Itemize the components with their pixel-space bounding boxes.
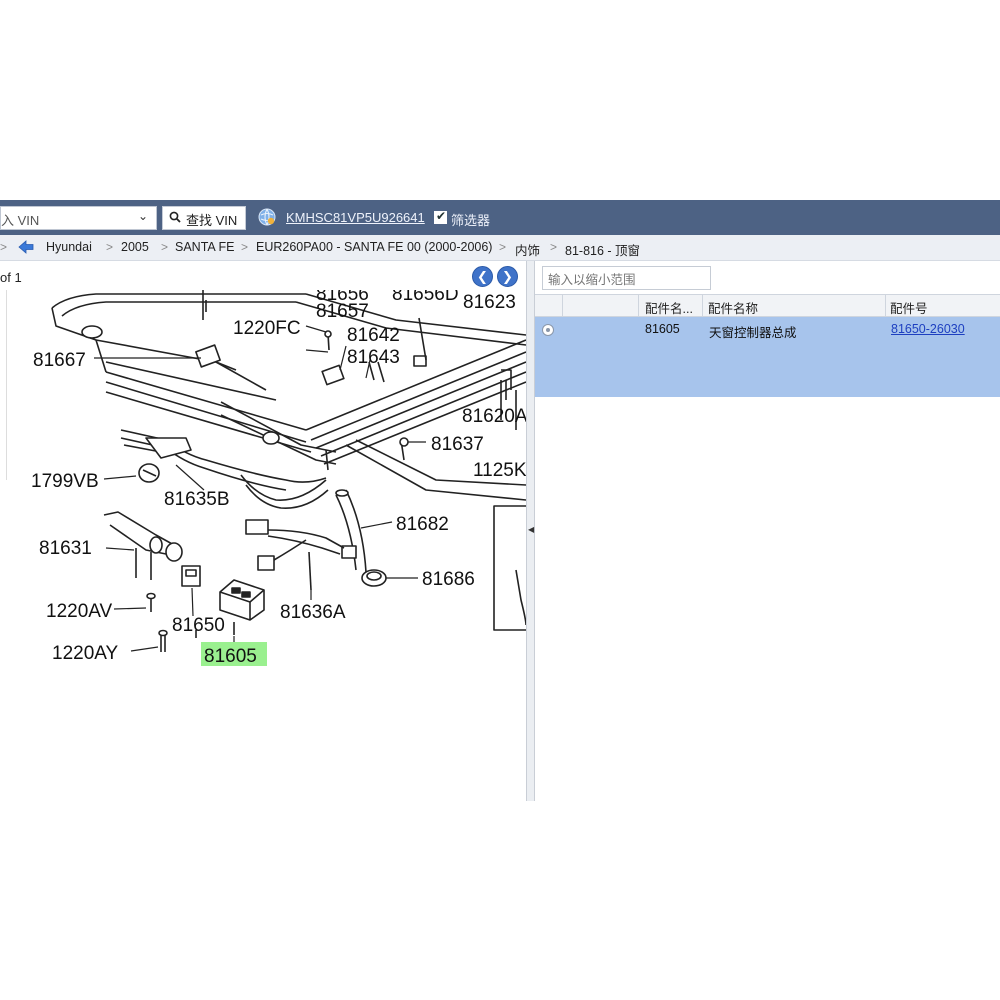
search-icon (169, 211, 181, 226)
filter-label[interactable]: 筛选器 (451, 210, 490, 229)
diagram-label[interactable]: 1220AY (52, 643, 119, 664)
diagram-label[interactable]: 1799VB (31, 471, 99, 492)
find-vin-button[interactable]: 查找 VIN (162, 206, 246, 230)
separator-icon: > (106, 240, 114, 254)
breadcrumb-item-group[interactable]: 内饰 (515, 240, 540, 259)
diagram-label[interactable]: 81635B (164, 489, 230, 510)
separator-icon: > (161, 240, 169, 254)
collapse-arrow-icon[interactable]: ◀ (528, 525, 534, 534)
diagram-label[interactable]: 81623 (463, 292, 516, 313)
diagram-label[interactable]: 81620A (462, 406, 526, 427)
diagram-label[interactable]: 81637 (431, 434, 484, 455)
breadcrumb-item-make[interactable]: Hyundai (46, 240, 92, 254)
vin-link[interactable]: KMHSC81VP5U926641 (286, 210, 425, 225)
column-header-name[interactable]: 配件名称 (708, 298, 758, 317)
diagram-label[interactable]: 81686 (422, 569, 475, 590)
column-divider[interactable] (562, 295, 563, 316)
previous-page-button[interactable]: ❮ (472, 266, 493, 287)
separator-icon: > (0, 240, 8, 254)
diagram-label[interactable]: 81682 (396, 514, 449, 535)
breadcrumb-item-section[interactable]: 81-816 - 顶窗 (565, 240, 640, 259)
diagram-label[interactable]: 1125K (473, 460, 526, 481)
diagram-label[interactable]: 81657 (316, 301, 369, 322)
row-ref: 81605 (645, 322, 680, 336)
narrow-search-input[interactable] (542, 266, 711, 290)
next-page-button[interactable]: ❯ (497, 266, 518, 287)
separator-icon: > (499, 240, 507, 254)
row-info-icon[interactable] (542, 324, 554, 336)
column-divider[interactable] (702, 295, 703, 316)
column-divider[interactable] (885, 295, 886, 316)
filter-checkbox[interactable]: ✔ (434, 209, 447, 224)
separator-icon: > (241, 240, 249, 254)
parts-diagram[interactable]: 81656 81656D 81623 1220FC 81657 81642 81… (6, 290, 526, 800)
check-icon: ✔ (436, 209, 447, 223)
vin-input-dropdown[interactable]: 入 VIN ⌄ (0, 206, 157, 230)
breadcrumb-item-model[interactable]: SANTA FE (175, 240, 235, 254)
separator-icon: > (550, 240, 558, 254)
diagram-label-highlighted[interactable]: 81605 (204, 646, 257, 667)
diagram-label[interactable]: 1220AV (46, 601, 113, 622)
parts-table-header: 配件名... 配件名称 配件号 (535, 294, 1000, 317)
back-arrow-icon[interactable] (18, 239, 34, 255)
chevron-down-icon[interactable]: ⌄ (138, 209, 148, 223)
breadcrumb-item-catalog[interactable]: EUR260PA00 - SANTA FE 00 (2000-2006) (256, 240, 492, 254)
row-part-number-link[interactable]: 81650-26030 (891, 322, 965, 336)
column-header-ref[interactable]: 配件名... (645, 298, 693, 317)
breadcrumb-item-year[interactable]: 2005 (121, 240, 149, 254)
diagram-label[interactable]: 81642 (347, 325, 400, 346)
vin-input-value: 入 VIN (1, 213, 40, 228)
page-indicator: of 1 (0, 270, 22, 285)
find-vin-label: 查找 VIN (186, 213, 238, 228)
diagram-label[interactable]: 81631 (39, 538, 92, 559)
pane-splitter[interactable]: ◀ (526, 261, 535, 801)
row-part-name: 天窗控制器总成 (709, 326, 797, 340)
diagram-label[interactable]: 81650 (172, 615, 225, 636)
diagram-label[interactable]: 81636A (280, 602, 346, 623)
diagram-label[interactable]: 1220FC (233, 318, 301, 339)
vehicle-globe-icon (258, 208, 276, 226)
column-header-part-number[interactable]: 配件号 (890, 298, 928, 317)
column-divider[interactable] (638, 295, 639, 316)
diagram-label[interactable]: 81667 (33, 350, 86, 371)
diagram-label[interactable]: 81656D (392, 290, 459, 305)
breadcrumb: > Hyundai > 2005 > SANTA FE > EUR260PA00… (0, 235, 1000, 261)
diagram-label[interactable]: 81643 (347, 347, 400, 368)
